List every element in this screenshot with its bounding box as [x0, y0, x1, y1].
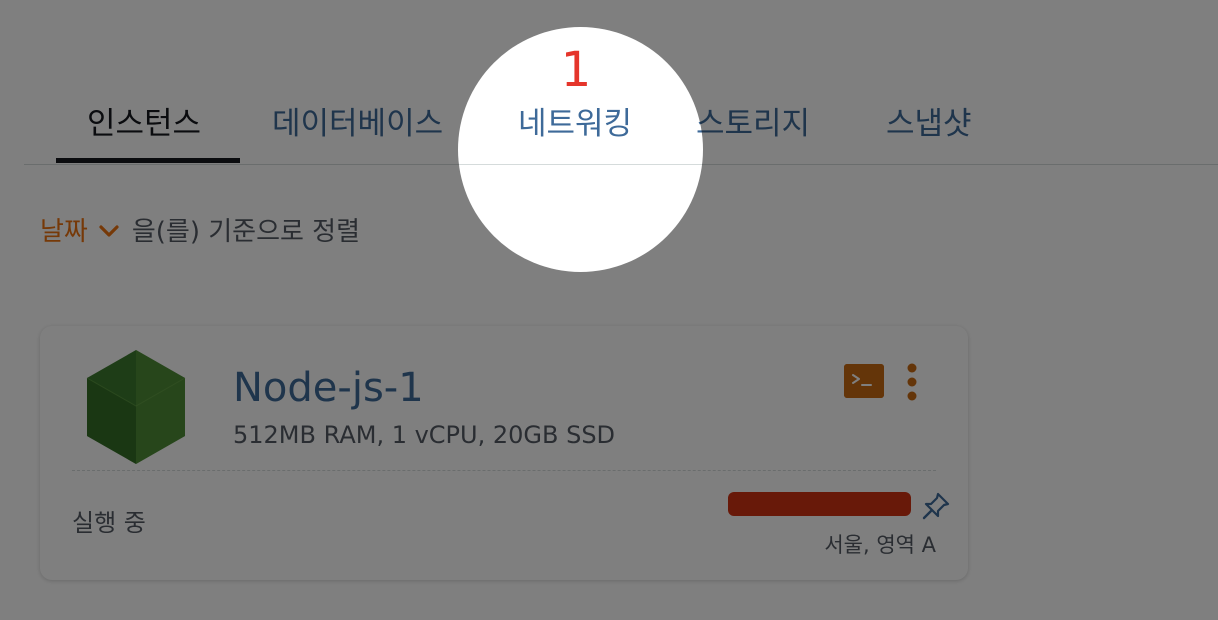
tab-databases[interactable]: 데이터베이스 [272, 102, 443, 146]
instance-specs: 512MB RAM, 1 vCPU, 20GB SSD [233, 421, 616, 449]
tab-snapshots[interactable]: 스냅샷 [886, 102, 972, 146]
instance-status: 실행 중 [72, 509, 146, 537]
instance-card[interactable]: Node-js-1 512MB RAM, 1 vCPU, 20GB SSD 실행… [40, 326, 968, 580]
tab-storage[interactable]: 스토리지 [696, 102, 810, 146]
sort-control: 날짜 을(를) 기준으로 정렬 [40, 212, 360, 252]
lightsail-home-page: 인스턴스 데이터베이스 네트워킹 스토리지 스냅샷 날짜 을(를) 기준으로 정렬… [0, 0, 1218, 620]
tutorial-step-number: 1 [560, 42, 592, 98]
instance-name-link[interactable]: Node-js-1 [233, 362, 424, 414]
tab-instances[interactable]: 인스턴스 [87, 102, 201, 146]
sort-label: 을(를) 기준으로 정렬 [131, 217, 361, 247]
ip-address-redacted [728, 492, 911, 516]
active-tab-indicator [56, 158, 240, 163]
chevron-down-icon[interactable] [96, 218, 122, 244]
instance-region: 서울, 영역 A [824, 533, 936, 557]
terminal-icon[interactable] [844, 364, 884, 398]
pin-icon[interactable] [920, 490, 952, 522]
nodejs-hexagon-icon [86, 350, 186, 464]
sort-field-dropdown[interactable]: 날짜 [40, 217, 88, 247]
resource-tabs: 인스턴스 데이터베이스 네트워킹 스토리지 스냅샷 [24, 96, 1218, 165]
tab-networking[interactable]: 네트워킹 [518, 102, 632, 146]
kebab-menu-icon[interactable] [900, 362, 924, 402]
card-divider [72, 470, 936, 471]
